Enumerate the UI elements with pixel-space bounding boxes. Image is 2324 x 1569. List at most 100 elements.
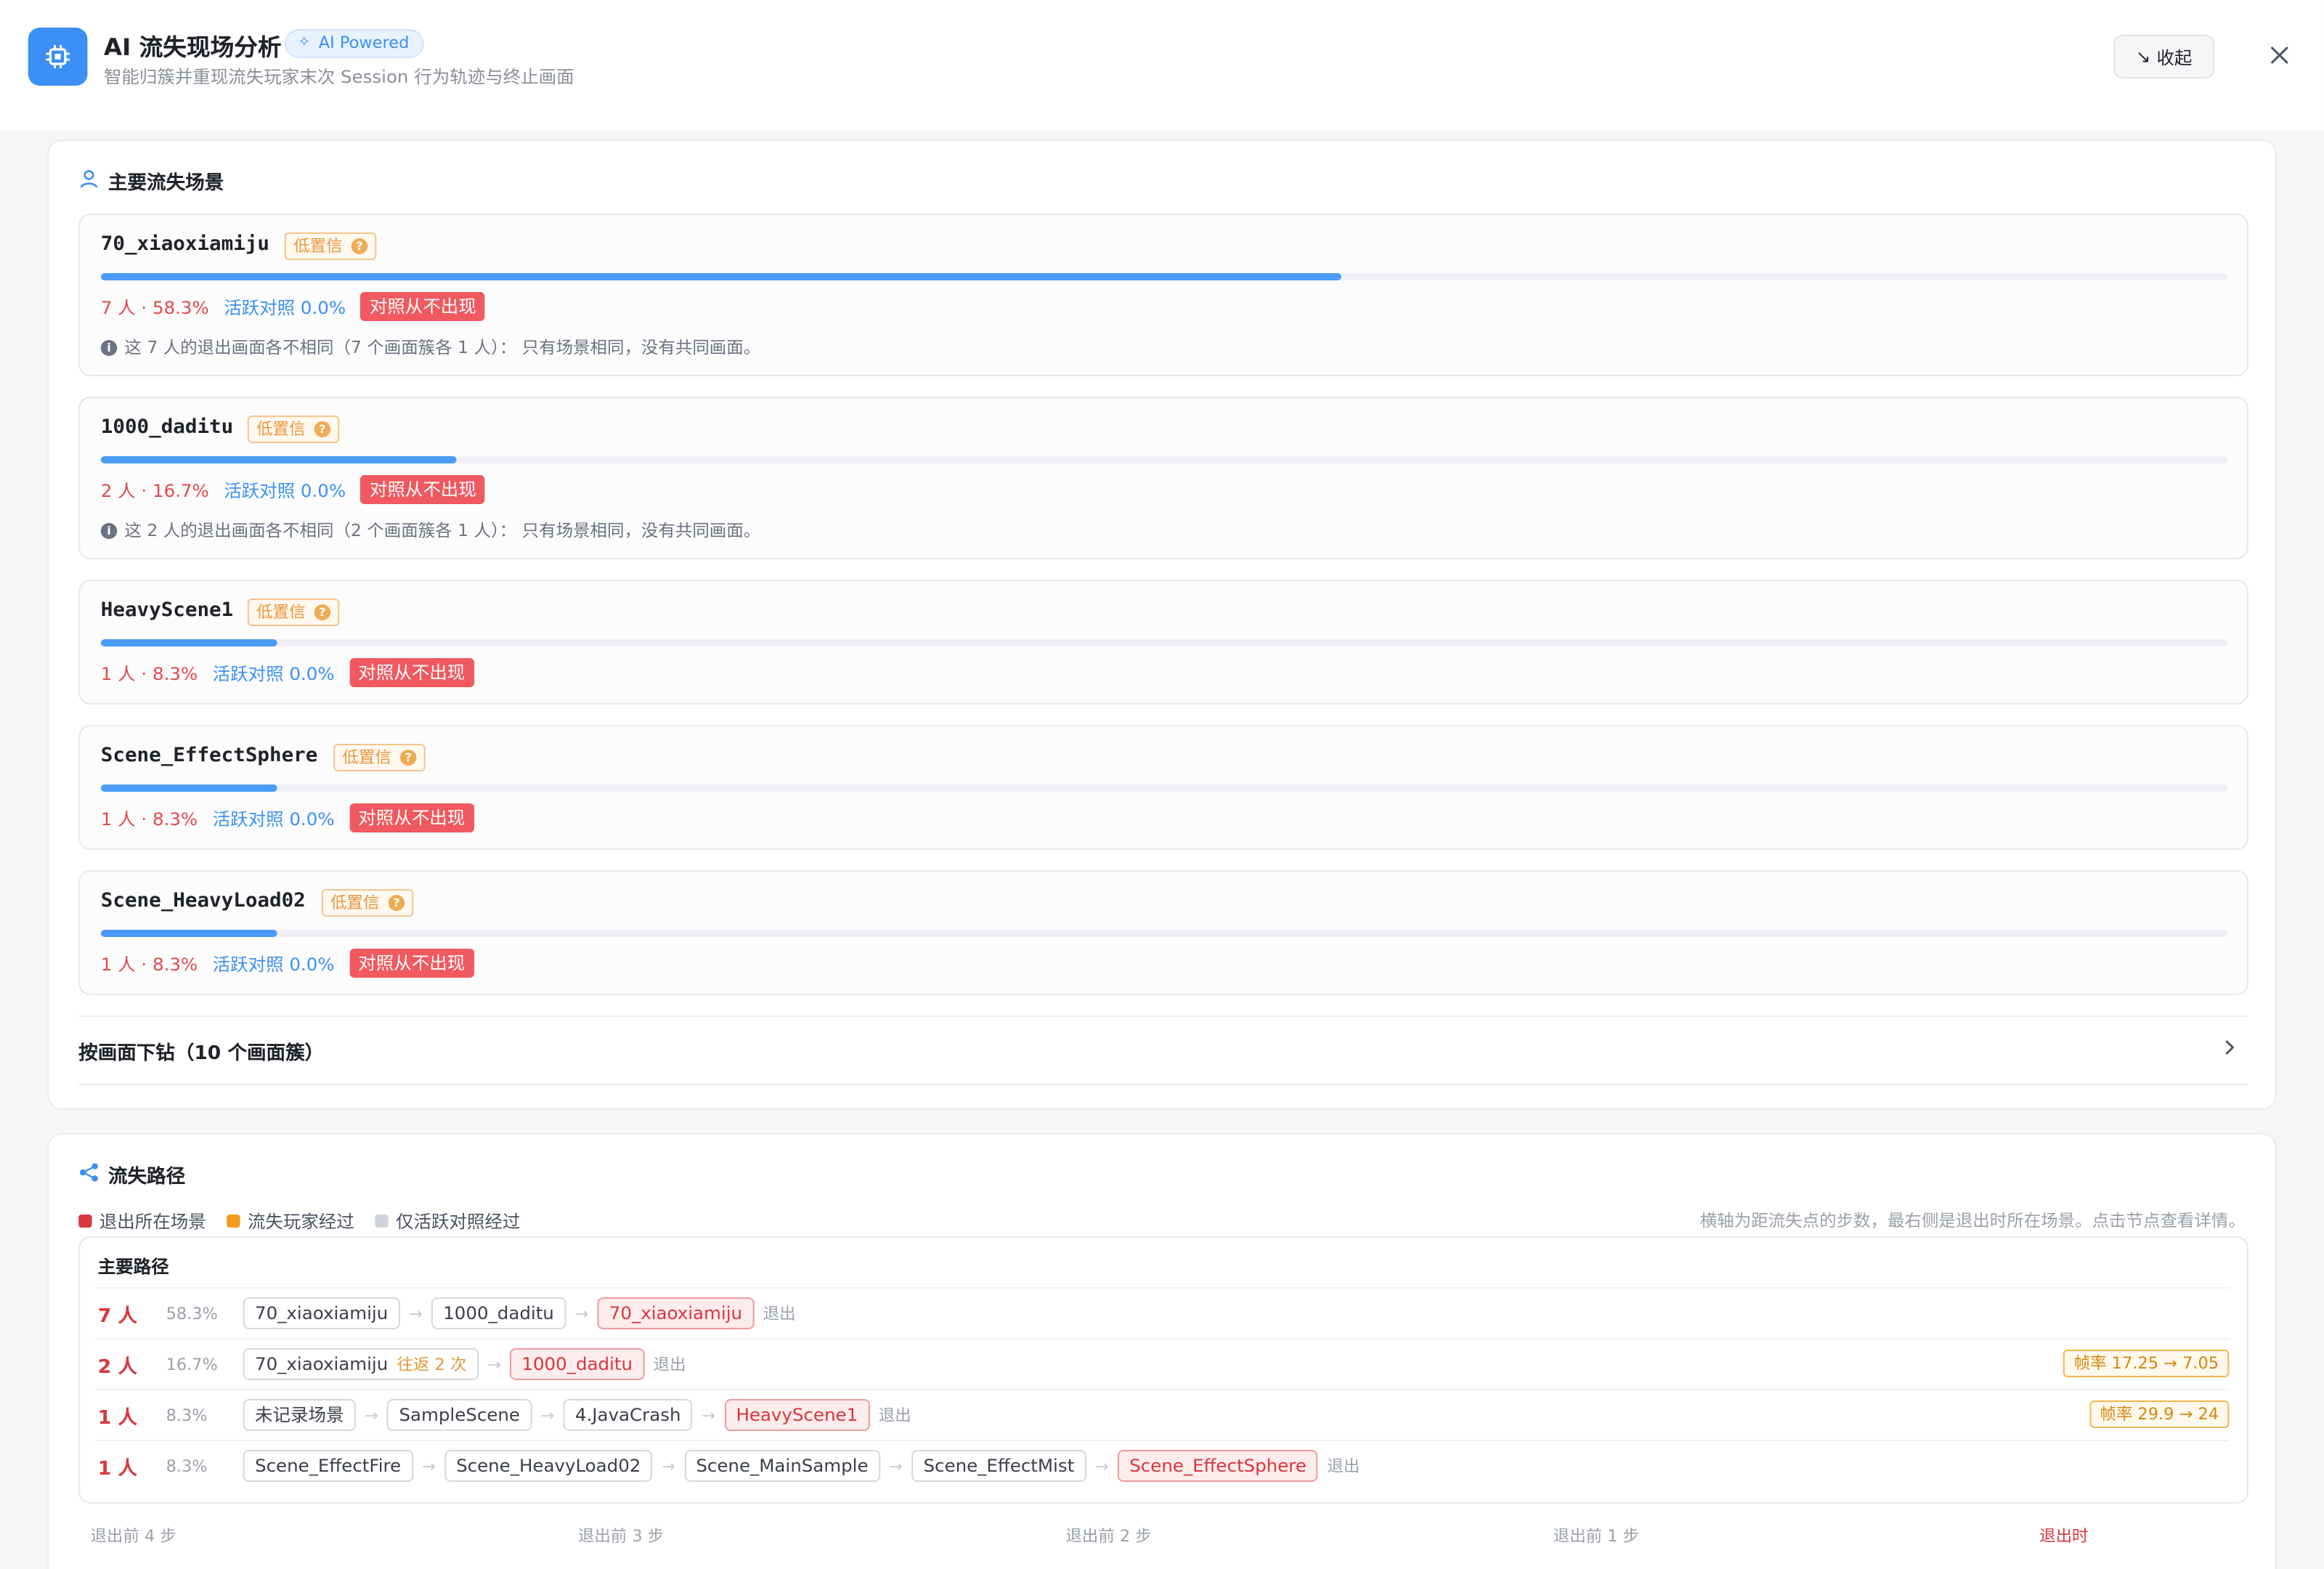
share-bar xyxy=(100,456,2228,463)
exit-label: 退出 xyxy=(763,1305,796,1323)
path-node[interactable]: 70_xiaoxiamiju 往返 2 次 xyxy=(243,1348,479,1380)
active-control: 活跃对照 0.0% xyxy=(212,663,335,684)
ai-powered-badge: ✧ AI Powered xyxy=(284,29,424,58)
path-node[interactable]: Scene_HeavyLoad02 xyxy=(444,1450,653,1482)
path-node-exit-scene[interactable]: 70_xiaoxiamiju xyxy=(597,1297,755,1329)
never-tag: 对照从不出现 xyxy=(349,658,474,687)
path-node[interactable]: 70_xiaoxiamiju xyxy=(243,1297,400,1329)
path-node[interactable]: Scene_MainSample xyxy=(684,1450,880,1482)
legend-item: 退出所在场景 xyxy=(78,1209,206,1233)
scenes-section-title: 主要流失场景 xyxy=(78,167,224,195)
arrow-right-icon: → xyxy=(487,1355,501,1374)
scene-card[interactable]: Scene_EffectSphere 低置信? 1 人 · 8.3% 活跃对照 … xyxy=(78,725,2248,850)
chevron-right-icon xyxy=(2222,1039,2236,1062)
info-icon: i xyxy=(100,522,118,538)
exit-label: 退出 xyxy=(878,1406,911,1425)
exit-label: 退出 xyxy=(653,1355,686,1374)
scene-name: 1000_daditu xyxy=(100,415,234,439)
scene-card[interactable]: HeavyScene1 低置信? 1 人 · 8.3% 活跃对照 0.0% 对照… xyxy=(78,580,2248,705)
close-icon[interactable] xyxy=(2264,41,2294,70)
share-bar-fill xyxy=(100,639,277,646)
churn-count: 1 人 · 8.3% xyxy=(100,954,198,974)
active-control: 活跃对照 0.0% xyxy=(212,808,335,829)
legend-label: 退出所在场景 xyxy=(99,1212,206,1232)
path-node-label: 70_xiaoxiamiju xyxy=(255,1354,389,1374)
path-row[interactable]: 7 人 58.3% 70_xiaoxiamiju → 1000_daditu →… xyxy=(94,1287,2230,1338)
ai-badge-label: AI Powered xyxy=(318,33,410,52)
arrow-right-icon: → xyxy=(1094,1456,1109,1475)
drill-down-row[interactable]: 按画面下钻（10 个画面簇） xyxy=(78,1015,2248,1085)
arrow-right-icon: → xyxy=(574,1304,589,1323)
path-percent: 8.3% xyxy=(166,1456,208,1475)
scene-card[interactable]: 70_xiaoxiamiju 低置信? 7 人 · 58.3% 活跃对照 0.0… xyxy=(78,214,2248,376)
legend-item: 流失玩家经过 xyxy=(227,1209,354,1233)
arrow-right-icon: → xyxy=(889,1456,903,1475)
arrow-right-icon: → xyxy=(702,1406,715,1424)
axis-hint: 横轴为距流失点的步数，最右侧是退出时所在场景。点击节点查看详情。 xyxy=(1699,1210,2246,1231)
path-node[interactable]: Scene_EffectMist xyxy=(911,1450,1086,1482)
confidence-label: 低置信 xyxy=(342,748,391,767)
scene-stats: 1 人 · 8.3% 活跃对照 0.0% 对照从不出现 xyxy=(101,803,474,832)
share-bar xyxy=(100,273,2228,280)
scene-name: HeavyScene1 xyxy=(100,599,234,622)
churn-count: 2 人 · 16.7% xyxy=(100,480,209,500)
panel-header: AI 流失现场分析 ✧ AI Powered 智能归簇并重现流失玩家末次 Ses… xyxy=(0,0,2324,131)
legend-item: 仅活跃对照经过 xyxy=(375,1209,520,1233)
path-count: 1 人 xyxy=(97,1458,137,1480)
path-node-exit-scene[interactable]: Scene_EffectSphere xyxy=(1117,1450,1319,1482)
question-icon: ? xyxy=(351,238,368,254)
drill-down-label: 按画面下钻（10 个画面簇） xyxy=(78,1042,325,1064)
fps-badge: 帧率 17.25 → 7.05 xyxy=(2063,1350,2230,1377)
never-tag: 对照从不出现 xyxy=(349,803,474,832)
info-icon: i xyxy=(100,339,118,355)
scene-stats: 1 人 · 8.3% 活跃对照 0.0% 对照从不出现 xyxy=(101,949,474,978)
analysis-panel: AI 流失现场分析 ✧ AI Powered 智能归簇并重现流失玩家末次 Ses… xyxy=(0,0,2324,1569)
churn-count: 1 人 · 8.3% xyxy=(100,663,198,684)
confidence-badge: 低置信? xyxy=(247,599,340,626)
scene-name: 70_xiaoxiamiju xyxy=(100,232,270,256)
path-row[interactable]: 1 人 8.3% 未记录场景 → SampleScene → 4.JavaCra… xyxy=(94,1389,2230,1440)
legend-swatch xyxy=(375,1215,389,1228)
path-percent: 16.7% xyxy=(166,1355,218,1374)
path-node[interactable]: 未记录场景 xyxy=(243,1399,356,1431)
loop-count: 往返 2 次 xyxy=(397,1355,467,1374)
fps-badge: 帧率 29.9 → 24 xyxy=(2089,1400,2230,1428)
confidence-badge: 低置信? xyxy=(321,889,414,917)
scene-card[interactable]: 1000_daditu 低置信? 2 人 · 16.7% 活跃对照 0.0% 对… xyxy=(78,397,2248,559)
confidence-label: 低置信 xyxy=(330,893,380,912)
path-node[interactable]: 1000_daditu xyxy=(431,1297,566,1329)
churn-path-card: 流失路径 退出所在场景 流失玩家经过 仅活跃对照经过 横轴为距流失点的步数，最右… xyxy=(47,1133,2277,1569)
legend-swatch xyxy=(78,1215,92,1228)
share-bar xyxy=(100,639,2228,646)
share-icon xyxy=(78,1161,99,1188)
scene-stats: 7 人 · 58.3% 活跃对照 0.0% 对照从不出现 xyxy=(101,292,486,321)
path-node-exit-scene[interactable]: 1000_daditu xyxy=(510,1348,645,1380)
question-icon: ? xyxy=(314,421,331,437)
path-node-exit-scene[interactable]: HeavyScene1 xyxy=(724,1399,870,1431)
user-icon xyxy=(78,168,99,194)
path-node[interactable]: 4.JavaCrash xyxy=(563,1399,693,1431)
arrow-down-right-icon: ↘ xyxy=(2135,46,2151,67)
path-node[interactable]: SampleScene xyxy=(387,1399,532,1431)
share-bar-fill xyxy=(100,784,277,792)
path-title-text: 流失路径 xyxy=(107,1167,186,1188)
path-count: 2 人 xyxy=(97,1356,137,1378)
path-percent: 8.3% xyxy=(166,1406,208,1424)
path-node[interactable]: Scene_EffectFire xyxy=(243,1450,413,1482)
chip-icon xyxy=(28,28,88,86)
step-label-exit: 退出时 xyxy=(2039,1527,2089,1546)
path-row[interactable]: 2 人 16.7% 70_xiaoxiamiju 往返 2 次 → 1000_da… xyxy=(94,1338,2230,1389)
path-percent: 58.3% xyxy=(166,1304,218,1323)
step-label: 退出前 3 步 xyxy=(577,1527,665,1546)
confidence-label: 低置信 xyxy=(256,420,306,439)
path-row[interactable]: 1 人 8.3% Scene_EffectFire → Scene_HeavyL… xyxy=(94,1440,2230,1491)
collapse-button[interactable]: ↘ 收起 xyxy=(2113,35,2214,78)
scene-name: Scene_EffectSphere xyxy=(100,744,318,767)
arrow-right-icon: → xyxy=(365,1406,378,1424)
never-tag: 对照从不出现 xyxy=(360,475,486,504)
confidence-label: 低置信 xyxy=(293,237,343,256)
share-bar xyxy=(100,930,2228,937)
scene-card[interactable]: Scene_HeavyLoad02 低置信? 1 人 · 8.3% 活跃对照 0… xyxy=(78,870,2248,995)
scene-stats: 1 人 · 8.3% 活跃对照 0.0% 对照从不出现 xyxy=(101,658,474,687)
question-icon: ? xyxy=(388,895,405,911)
